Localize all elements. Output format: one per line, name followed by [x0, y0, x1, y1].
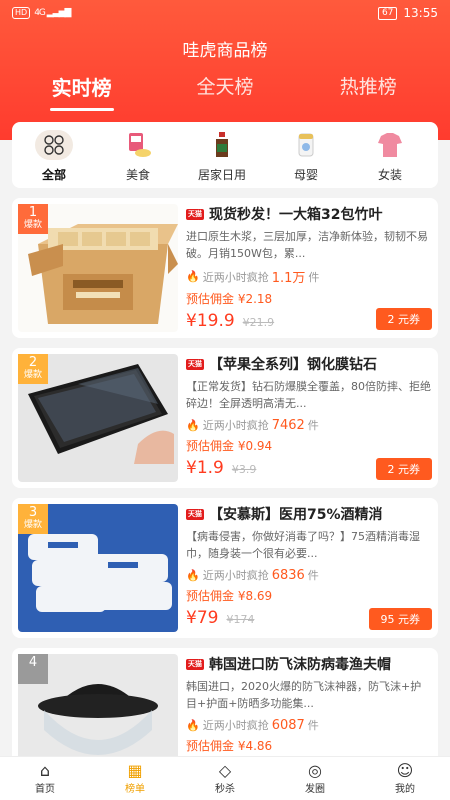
- home-icon: ⌂: [39, 761, 51, 780]
- product-card[interactable]: 2 爆款 天猫 【苹果全系列】钢化膜钻石 【正常发货】钻石防爆膜全覆盖，80倍防…: [12, 348, 438, 488]
- sales-count: 🔥 近两小时疯抢 1.1万 件: [186, 270, 320, 286]
- tmall-icon: 天猫: [186, 208, 204, 220]
- coupon-button[interactable]: 95 元券: [368, 608, 432, 630]
- estimated-commission: 预估佣金 ¥2.18: [186, 292, 273, 306]
- ranking-grid-icon: ▦: [127, 761, 143, 780]
- product-description: 韩国进口，2020火爆的防飞沫神器，防飞沫+护目+护面+防晒多功能集...: [186, 680, 422, 710]
- category-label: 全部: [41, 168, 66, 182]
- grid-icon: [35, 130, 73, 160]
- tmall-icon: 天猫: [186, 358, 204, 370]
- category-womens[interactable]: 女装: [348, 122, 432, 188]
- shirt-icon: [372, 130, 408, 160]
- estimated-commission: 预估佣金 ¥0.94: [186, 439, 273, 453]
- tab-allday[interactable]: 全天榜: [165, 72, 285, 101]
- estimated-commission: 预估佣金 ¥4.86: [186, 739, 273, 753]
- product-info: 天猫 韩国进口防飞沫防病毒渔夫帽 韩国进口，2020火爆的防飞沫神器，防飞沫+护…: [186, 654, 432, 754]
- tmall-icon: 天猫: [186, 508, 204, 520]
- food-icon: [120, 130, 156, 160]
- price: ¥79: [186, 608, 219, 628]
- product-card[interactable]: 3 爆款 天猫 【安慕斯】医用75%酒精消 【病毒侵害，你做好消毒了吗？】75酒…: [12, 498, 438, 638]
- fire-icon: 🔥: [186, 568, 200, 582]
- nav-share[interactable]: ◎ 发圈: [270, 757, 360, 800]
- hd-indicator: HD: [12, 7, 31, 19]
- coupon-button[interactable]: 2 元券: [375, 308, 432, 330]
- ranking-tabs: 实时榜 全天榜 热推榜: [0, 72, 450, 111]
- sales-count: 🔥 近两小时疯抢 6087 件: [186, 717, 319, 733]
- status-bar: HD 4G ▂▃▅▇ 67 13:55: [0, 0, 450, 26]
- category-household[interactable]: 居家日用: [180, 122, 264, 188]
- clock: 13:55: [403, 6, 438, 20]
- category-label: 母婴: [293, 168, 318, 182]
- rank-badge: 2 爆款: [18, 354, 48, 384]
- signal-icon: 4G ▂▃▅▇: [34, 8, 71, 18]
- category-label: 居家日用: [197, 168, 246, 182]
- rank-badge: 3 爆款: [18, 504, 48, 534]
- sales-count: 🔥 近两小时疯抢 7462 件: [186, 417, 319, 433]
- sales-count: 🔥 近两小时疯抢 6836 件: [186, 567, 319, 583]
- page-title: 哇虎商品榜: [182, 41, 268, 61]
- category-label: 美食: [125, 168, 150, 182]
- share-circle-icon: ◎: [308, 761, 322, 780]
- category-food[interactable]: 美食: [96, 122, 180, 188]
- fire-icon: 🔥: [186, 718, 200, 732]
- bottle-icon: [204, 130, 240, 160]
- product-list: 1 爆款 天猫 现货秒发！一大箱32包竹叶 进口原生木浆，三层加厚，洁净新体验，…: [12, 198, 438, 798]
- category-baby[interactable]: 母婴: [264, 122, 348, 188]
- tab-hot[interactable]: 热推榜: [308, 72, 428, 101]
- estimated-commission: 预估佣金 ¥8.69: [186, 589, 273, 603]
- category-label: 女装: [377, 168, 402, 182]
- milk-powder-icon: [288, 130, 324, 160]
- price: ¥1.9: [186, 458, 224, 478]
- coupon-button[interactable]: 2 元券: [375, 458, 432, 480]
- category-all[interactable]: 全部: [12, 122, 96, 188]
- rank-badge: 1 爆款: [18, 204, 48, 234]
- fire-icon: 🔥: [186, 418, 200, 432]
- tab-realtime[interactable]: 实时榜: [22, 72, 142, 111]
- battery-icon: 67: [377, 6, 398, 20]
- rank-badge: 4: [18, 654, 48, 684]
- product-title: 天猫 韩国进口防飞沫防病毒渔夫帽: [186, 657, 391, 673]
- user-icon: ☺: [396, 761, 414, 780]
- diamond-icon: ◇: [218, 761, 232, 780]
- product-title: 天猫 【苹果全系列】钢化膜钻石: [186, 357, 377, 373]
- fire-icon: 🔥: [186, 270, 200, 283]
- original-price: ¥174: [226, 613, 255, 626]
- product-description: 【正常发货】钻石防爆膜全覆盖，80倍防摔、拒绝碎边！全屏透明高清无...: [186, 380, 431, 410]
- product-description: 【病毒侵害，你做好消毒了吗？】75酒精消毒湿巾，随身装一个很有必要...: [186, 530, 420, 560]
- original-price: ¥21.9: [242, 316, 275, 329]
- category-bar: 全部 美食 居家日用 母婴 女装: [12, 122, 438, 188]
- tmall-icon: 天猫: [186, 658, 204, 670]
- product-title: 天猫 【安慕斯】医用75%酒精消: [186, 507, 383, 523]
- product-title: 天猫 现货秒发！一大箱32包竹叶: [186, 207, 383, 223]
- nav-flash-sale[interactable]: ◇ 秒杀: [180, 757, 270, 800]
- product-description: 进口原生木浆，三层加厚，洁净新体验，韧韧不易破。月销150W包，累...: [186, 230, 428, 260]
- price: ¥19.9: [186, 311, 235, 331]
- nav-home[interactable]: ⌂ 首页: [0, 757, 90, 800]
- product-card[interactable]: 1 爆款 天猫 现货秒发！一大箱32包竹叶 进口原生木浆，三层加厚，洁净新体验，…: [12, 198, 438, 338]
- nav-ranking[interactable]: ▦ 榜单: [90, 757, 180, 800]
- bottom-nav: ⌂ 首页 ▦ 榜单 ◇ 秒杀 ◎ 发圈 ☺ 我的: [0, 756, 450, 800]
- nav-profile[interactable]: ☺ 我的: [360, 757, 450, 800]
- original-price: ¥3.9: [231, 463, 257, 476]
